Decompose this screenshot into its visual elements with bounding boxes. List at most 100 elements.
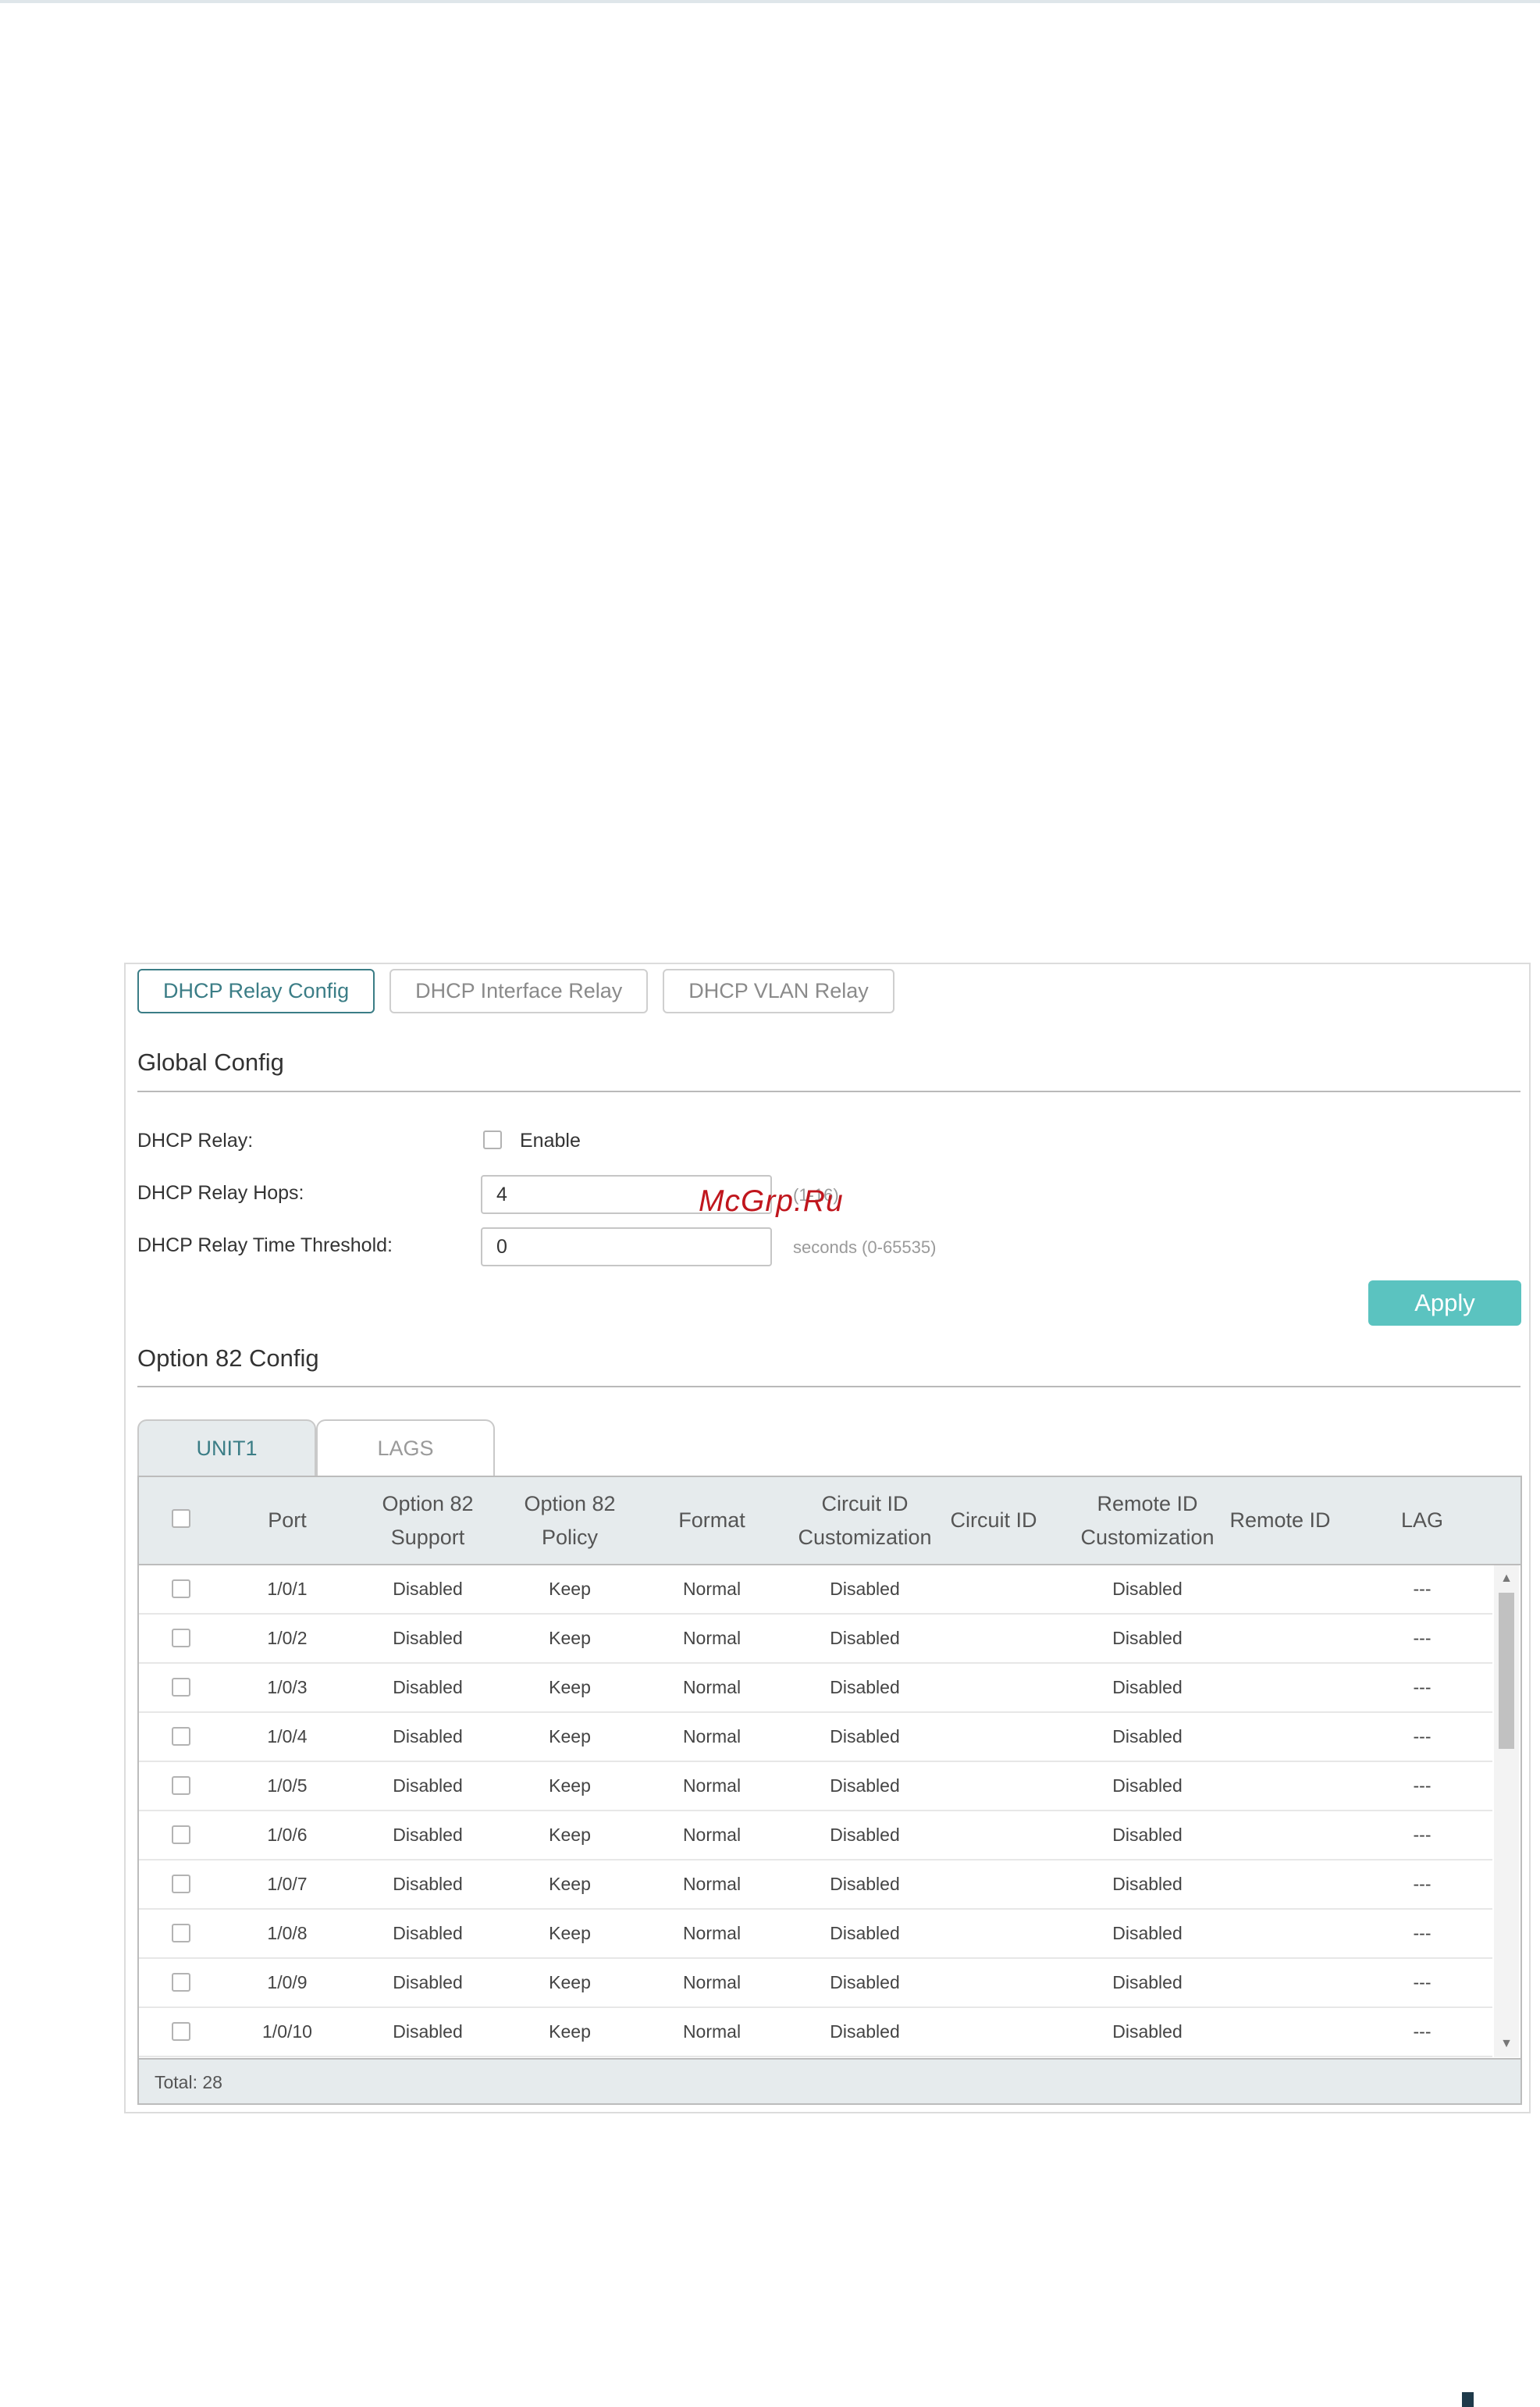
cell-circuit-id-customization: Disabled xyxy=(830,1726,900,1746)
scroll-thumb[interactable] xyxy=(1499,1593,1514,1749)
tab-dhcp-relay-config[interactable]: DHCP Relay Config xyxy=(137,969,375,1013)
row-checkbox[interactable] xyxy=(172,1973,190,1992)
dhcp-relay-enable-checkbox[interactable] xyxy=(483,1131,502,1149)
row-checkbox[interactable] xyxy=(172,1875,190,1893)
header-remote-id-customization[interactable]: Remote ID Customization xyxy=(1069,1477,1225,1564)
cell-remote-id xyxy=(1218,1811,1343,1859)
cell-circuit-id xyxy=(931,1959,1056,2006)
table-row[interactable]: 1/0/5 Disabled Keep Normal Disabled Disabled -… xyxy=(139,1762,1492,1811)
cell-lag: --- xyxy=(1413,1726,1432,1746)
header-port[interactable]: Port xyxy=(248,1477,326,1564)
tab-unit1[interactable]: UNIT1 xyxy=(137,1419,316,1476)
cell-option82-policy: Keep xyxy=(549,1628,591,1648)
cell-remote-id xyxy=(1218,2008,1343,2056)
cell-circuit-id-customization: Disabled xyxy=(830,1825,900,1845)
row-checkbox[interactable] xyxy=(172,1825,190,1844)
cell-option82-support: Disabled xyxy=(393,1726,463,1746)
option82-table: Port Option 82 Support Option 82 Policy … xyxy=(137,1476,1522,2105)
row-checkbox[interactable] xyxy=(172,1924,190,1942)
header-circuit-id-customization[interactable]: Circuit ID Customization xyxy=(787,1477,943,1564)
cell-circuit-id xyxy=(931,1860,1056,1908)
header-option82-policy[interactable]: Option 82 Policy xyxy=(507,1477,632,1564)
cell-format: Normal xyxy=(682,1677,742,1697)
cell-remote-id xyxy=(1218,1959,1343,2006)
cell-format: Normal xyxy=(682,1726,742,1746)
apply-button[interactable]: Apply xyxy=(1368,1280,1521,1326)
cell-option82-policy: Keep xyxy=(549,1825,591,1845)
cell-option82-policy: Keep xyxy=(549,1874,591,1894)
header-remote-id[interactable]: Remote ID xyxy=(1218,1477,1343,1564)
cell-remote-id xyxy=(1218,1565,1343,1613)
cell-circuit-id xyxy=(931,1811,1056,1859)
header-option82-support[interactable]: Option 82 Support xyxy=(365,1477,490,1564)
cell-circuit-id-customization: Disabled xyxy=(830,1677,900,1697)
select-all-checkbox[interactable] xyxy=(172,1509,190,1528)
cell-circuit-id-customization: Disabled xyxy=(830,1874,900,1894)
table-row[interactable]: 1/0/3 Disabled Keep Normal Disabled Disabled -… xyxy=(139,1664,1492,1713)
cell-option82-support: Disabled xyxy=(393,1677,463,1697)
header-lag[interactable]: LAG xyxy=(1360,1477,1485,1564)
cell-circuit-id-customization: Disabled xyxy=(830,1972,900,1992)
global-config-divider xyxy=(137,1091,1520,1092)
dhcp-relay-threshold-input[interactable] xyxy=(481,1227,772,1266)
table-row[interactable]: 1/0/1 Disabled Keep Normal Disabled Disabled -… xyxy=(139,1565,1492,1615)
watermark: McGrp.Ru xyxy=(699,1184,844,1218)
cell-option82-policy: Keep xyxy=(549,1579,591,1599)
cell-remote-id-customization: Disabled xyxy=(1112,1726,1183,1746)
header-format[interactable]: Format xyxy=(649,1477,774,1564)
cell-remote-id-customization: Disabled xyxy=(1112,1775,1183,1796)
table-row[interactable]: 1/0/10 Disabled Keep Normal Disabled Disabled… xyxy=(139,2008,1492,2057)
cell-lag: --- xyxy=(1413,1775,1432,1796)
tab-lags[interactable]: LAGS xyxy=(316,1419,495,1476)
triangle-up-icon[interactable]: ▲ xyxy=(1494,1567,1519,1590)
cell-option82-policy: Keep xyxy=(549,1726,591,1746)
table-header: Port Option 82 Support Option 82 Policy … xyxy=(139,1477,1520,1565)
cell-port: 1/0/9 xyxy=(267,1972,308,1992)
table-row[interactable]: 1/0/6 Disabled Keep Normal Disabled Disabled -… xyxy=(139,1811,1492,1860)
row-checkbox[interactable] xyxy=(172,1629,190,1647)
cell-port: 1/0/4 xyxy=(267,1726,308,1746)
cell-port: 1/0/6 xyxy=(267,1825,308,1845)
cell-option82-support: Disabled xyxy=(393,2021,463,2042)
cell-option82-policy: Keep xyxy=(549,2021,591,2042)
option82-config-divider xyxy=(137,1386,1520,1387)
dhcp-relay-panel: DHCP Relay Config DHCP Interface Relay D… xyxy=(124,963,1531,2113)
cell-remote-id xyxy=(1218,1713,1343,1761)
cell-lag: --- xyxy=(1413,1677,1432,1697)
table-row[interactable]: 1/0/9 Disabled Keep Normal Disabled Disabled -… xyxy=(139,1959,1492,2008)
table-row[interactable]: 1/0/2 Disabled Keep Normal Disabled Disabled -… xyxy=(139,1615,1492,1664)
row-checkbox[interactable] xyxy=(172,1678,190,1697)
cell-circuit-id xyxy=(931,1615,1056,1662)
cell-remote-id-customization: Disabled xyxy=(1112,1579,1183,1599)
page-corner-mark xyxy=(1462,2392,1474,2407)
cell-option82-support: Disabled xyxy=(393,1628,463,1648)
table-row[interactable]: 1/0/4 Disabled Keep Normal Disabled Disabled -… xyxy=(139,1713,1492,1762)
cell-option82-policy: Keep xyxy=(549,1972,591,1992)
row-checkbox[interactable] xyxy=(172,1579,190,1598)
cell-remote-id xyxy=(1218,1860,1343,1908)
tab-dhcp-vlan-relay[interactable]: DHCP VLAN Relay xyxy=(663,969,894,1013)
cell-port: 1/0/2 xyxy=(267,1628,308,1648)
row-checkbox[interactable] xyxy=(172,1727,190,1746)
cell-remote-id-customization: Disabled xyxy=(1112,1628,1183,1648)
top-divider xyxy=(0,0,1540,3)
tab-dhcp-interface-relay[interactable]: DHCP Interface Relay xyxy=(389,969,649,1013)
cell-lag: --- xyxy=(1413,1628,1432,1648)
table-row[interactable]: 1/0/8 Disabled Keep Normal Disabled Disabled -… xyxy=(139,1910,1492,1959)
cell-remote-id-customization: Disabled xyxy=(1112,1677,1183,1697)
cell-option82-policy: Keep xyxy=(549,1775,591,1796)
row-checkbox[interactable] xyxy=(172,1776,190,1795)
table-scrollbar[interactable]: ▲ ▼ xyxy=(1494,1565,1519,2057)
row-checkbox[interactable] xyxy=(172,2022,190,2041)
cell-remote-id xyxy=(1218,1664,1343,1711)
triangle-down-icon[interactable]: ▼ xyxy=(1494,2032,1519,2056)
cell-circuit-id-customization: Disabled xyxy=(830,1628,900,1648)
cell-option82-support: Disabled xyxy=(393,1579,463,1599)
cell-option82-support: Disabled xyxy=(393,1923,463,1943)
header-circuit-id[interactable]: Circuit ID xyxy=(931,1477,1056,1564)
table-row[interactable]: 1/0/7 Disabled Keep Normal Disabled Disabled -… xyxy=(139,1860,1492,1910)
cell-circuit-id-customization: Disabled xyxy=(830,2021,900,2042)
cell-remote-id xyxy=(1218,1615,1343,1662)
cell-lag: --- xyxy=(1413,1825,1432,1845)
cell-lag: --- xyxy=(1413,2021,1432,2042)
